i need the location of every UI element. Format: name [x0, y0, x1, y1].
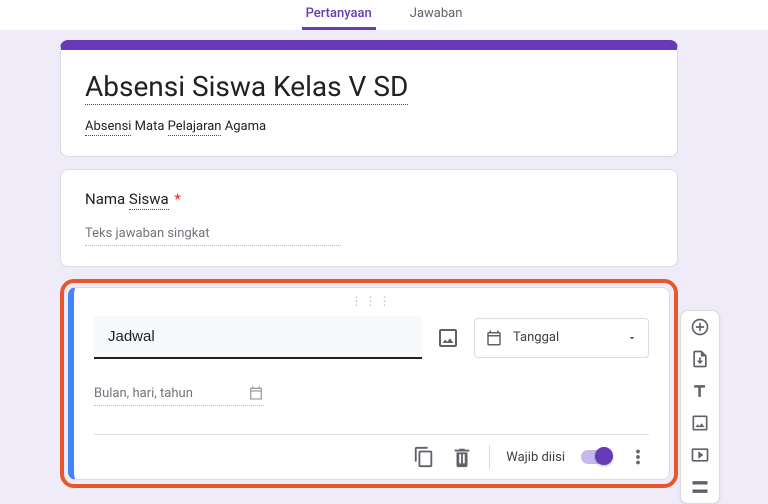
more-options-icon[interactable] — [627, 446, 649, 468]
delete-icon[interactable] — [451, 446, 473, 468]
question-label: Nama Siswa * — [85, 190, 653, 210]
form-tabs: Pertanyaan Jawaban — [0, 0, 768, 30]
add-title-icon[interactable] — [690, 381, 710, 401]
import-questions-icon[interactable] — [690, 349, 710, 369]
side-toolbar — [680, 310, 720, 504]
label-word: Nama — [85, 190, 125, 208]
question-footer: Wajib diisi — [94, 434, 649, 469]
add-question-icon[interactable] — [690, 317, 710, 337]
form-title[interactable]: Absensi Siswa Kelas V SD — [85, 70, 408, 105]
duplicate-icon[interactable] — [413, 446, 435, 468]
question-type-select[interactable]: Tanggal — [474, 318, 649, 358]
question-edit-row: Tanggal — [94, 316, 649, 359]
question-card-active[interactable]: ⋮⋮⋮ Tanggal Bulan, har — [68, 287, 670, 480]
tab-questions[interactable]: Pertanyaan — [302, 6, 376, 30]
label-word: Siswa — [129, 190, 169, 210]
desc-word: Agama — [225, 119, 266, 134]
date-answer-preview: Bulan, hari, tahun — [94, 385, 264, 406]
short-answer-placeholder: Teks jawaban singkat — [85, 226, 341, 246]
question-title-input[interactable] — [94, 316, 422, 359]
add-section-icon[interactable] — [690, 477, 710, 497]
required-label: Wajib diisi — [506, 450, 565, 465]
title-card[interactable]: Absensi Siswa Kelas V SD Absensi Mata Pe… — [60, 40, 678, 157]
add-image-icon[interactable] — [690, 413, 710, 433]
required-asterisk: * — [174, 190, 180, 208]
annotation-highlight: ⋮⋮⋮ Tanggal Bulan, har — [60, 279, 678, 488]
drag-handle-icon[interactable]: ⋮⋮⋮ — [351, 294, 393, 308]
form-description[interactable]: Absensi Mata Pelajaran Agama — [85, 119, 653, 136]
desc-word: Absensi — [85, 119, 131, 136]
form-canvas: Absensi Siswa Kelas V SD Absensi Mata Pe… — [0, 30, 768, 488]
desc-word: Mata — [135, 119, 165, 134]
required-toggle[interactable] — [581, 450, 611, 464]
desc-word: Pelajaran — [168, 119, 222, 136]
vertical-divider — [489, 445, 490, 469]
calendar-icon — [485, 329, 503, 347]
add-video-icon[interactable] — [690, 445, 710, 465]
tab-responses[interactable]: Jawaban — [406, 6, 467, 30]
chevron-down-icon — [626, 332, 638, 344]
question-card-name[interactable]: Nama Siswa * Teks jawaban singkat — [60, 169, 678, 267]
date-placeholder: Bulan, hari, tahun — [94, 386, 193, 401]
calendar-icon — [248, 385, 264, 401]
type-label: Tanggal — [513, 330, 559, 345]
add-image-icon[interactable] — [436, 326, 460, 350]
